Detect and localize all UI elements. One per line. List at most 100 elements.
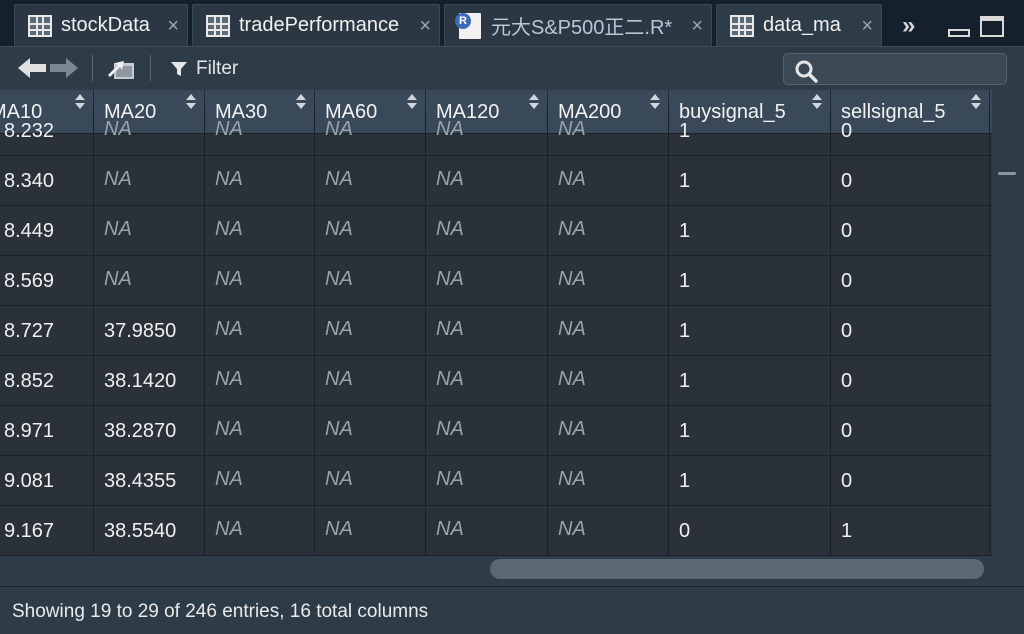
table-cell: 9.167 [0, 506, 94, 556]
table-cell: NA [548, 506, 669, 556]
tab-label: data_ma [763, 14, 841, 36]
table-cell: 0 [831, 306, 990, 356]
table-cell: NA [548, 406, 669, 456]
table-cell: 38.5540 [94, 506, 205, 556]
table-row: 8.727 37.9850 NA NA NA NA 1 0 [0, 306, 992, 356]
table-cell: NA [548, 206, 669, 256]
table-cell: NA [205, 356, 315, 406]
table-cell: 8.340 [0, 156, 94, 206]
tab-data-ma[interactable]: data_ma × [716, 4, 882, 46]
table-cell: NA [315, 106, 426, 156]
table-cell: NA [94, 106, 205, 156]
close-icon[interactable]: × [861, 15, 873, 38]
tab-r-script[interactable]: R 元大S&P500正二.R* × [444, 4, 712, 46]
filter-label: Filter [196, 58, 239, 79]
table-cell: NA [205, 256, 315, 306]
table-cell: 8.727 [0, 306, 94, 356]
tab-stockdata[interactable]: stockData × [14, 4, 188, 46]
table-cell: 0 [831, 156, 990, 206]
data-table: MA10MA20MA30MA60MA120MA200buysignal_5sel… [0, 90, 992, 556]
data-viewer-toolbar: Filter [0, 46, 1024, 90]
filter-button[interactable]: Filter [170, 57, 238, 81]
vertical-scroll-thumb[interactable] [998, 172, 1016, 175]
table-cell: NA [426, 256, 548, 306]
table-cell: NA [315, 506, 426, 556]
table-row-partial: 8.232 NA NA NA NA NA 1 0 [0, 106, 992, 156]
table-cell: NA [205, 206, 315, 256]
table-cell: NA [94, 206, 205, 256]
tab-tradeperformance[interactable]: tradePerformance × [192, 4, 440, 46]
search-input[interactable] [824, 57, 1000, 81]
table-cell: NA [315, 306, 426, 356]
table-cell: 0 [831, 406, 990, 456]
table-cell: 38.4355 [94, 456, 205, 506]
table-cell: NA [205, 106, 315, 156]
table-row: 8.340 NA NA NA NA NA 1 0 [0, 156, 992, 206]
table-cell: 1 [831, 506, 990, 556]
table-cell: 37.9850 [94, 306, 205, 356]
table-row: 8.852 38.1420 NA NA NA NA 1 0 [0, 356, 992, 406]
maximize-pane-icon[interactable] [980, 16, 1004, 37]
table-cell: NA [205, 156, 315, 206]
table-cell: NA [426, 406, 548, 456]
table-cell: NA [548, 106, 669, 156]
table-cell: NA [426, 356, 548, 406]
table-cell: 1 [669, 206, 831, 256]
back-arrow-icon[interactable] [18, 57, 48, 79]
horizontal-scroll-thumb[interactable] [490, 559, 984, 579]
search-icon [795, 60, 818, 83]
table-cell: 0 [831, 356, 990, 406]
table-cell: NA [426, 306, 548, 356]
table-cell: 0 [669, 506, 831, 556]
close-icon[interactable]: × [167, 15, 179, 38]
table-cell: NA [426, 456, 548, 506]
table-cell: NA [548, 156, 669, 206]
table-cell: NA [315, 356, 426, 406]
grid-icon [729, 13, 755, 39]
table-cell: NA [426, 506, 548, 556]
filter-funnel-icon [171, 62, 187, 76]
horizontal-scrollbar[interactable] [0, 556, 1024, 586]
table-cell: NA [548, 456, 669, 506]
table-cell: 8.232 [0, 106, 94, 156]
search-box[interactable] [783, 53, 1007, 85]
table-cell: 0 [831, 256, 990, 306]
grid-icon [27, 13, 53, 39]
table-cell: NA [315, 206, 426, 256]
table-cell: NA [94, 256, 205, 306]
vertical-scrollbar[interactable] [992, 90, 1024, 556]
table-cell: 0 [831, 206, 990, 256]
minimize-pane-icon[interactable] [948, 29, 970, 37]
tab-label: stockData [61, 14, 150, 36]
table-cell: NA [548, 306, 669, 356]
table-cell: NA [315, 406, 426, 456]
table-cell: NA [426, 156, 548, 206]
tab-overflow-chevron-icon[interactable]: » [902, 12, 916, 40]
entries-status-text: Showing 19 to 29 of 246 entries, 16 tota… [12, 601, 429, 622]
table-cell: 38.2870 [94, 406, 205, 456]
table-row: 9.081 38.4355 NA NA NA NA 1 0 [0, 456, 992, 506]
table-cell: 8.971 [0, 406, 94, 456]
table-cell: NA [205, 306, 315, 356]
toolbar-divider [92, 55, 93, 81]
table-cell: 1 [669, 256, 831, 306]
table-cell: 0 [831, 106, 990, 156]
table-cell: NA [205, 406, 315, 456]
grid-icon [205, 13, 231, 39]
table-cell: NA [315, 456, 426, 506]
close-icon[interactable]: × [691, 15, 703, 38]
table-cell: 1 [669, 456, 831, 506]
table-cell: 1 [669, 356, 831, 406]
close-icon[interactable]: × [419, 15, 431, 38]
table-row: 9.167 38.5540 NA NA NA NA 0 1 [0, 506, 992, 556]
editor-tab-bar: stockData × tradePerformance × R 元大S&P50… [0, 0, 1024, 46]
table-row: 8.569 NA NA NA NA NA 1 0 [0, 256, 992, 306]
table-cell: 1 [669, 156, 831, 206]
popout-window-icon[interactable] [106, 57, 136, 81]
table-cell: NA [94, 156, 205, 206]
table-row: 8.971 38.2870 NA NA NA NA 1 0 [0, 406, 992, 456]
table-cell: NA [315, 156, 426, 206]
forward-arrow-icon[interactable] [50, 57, 80, 79]
tab-label: tradePerformance [239, 14, 400, 36]
r-file-icon: R [455, 12, 483, 39]
